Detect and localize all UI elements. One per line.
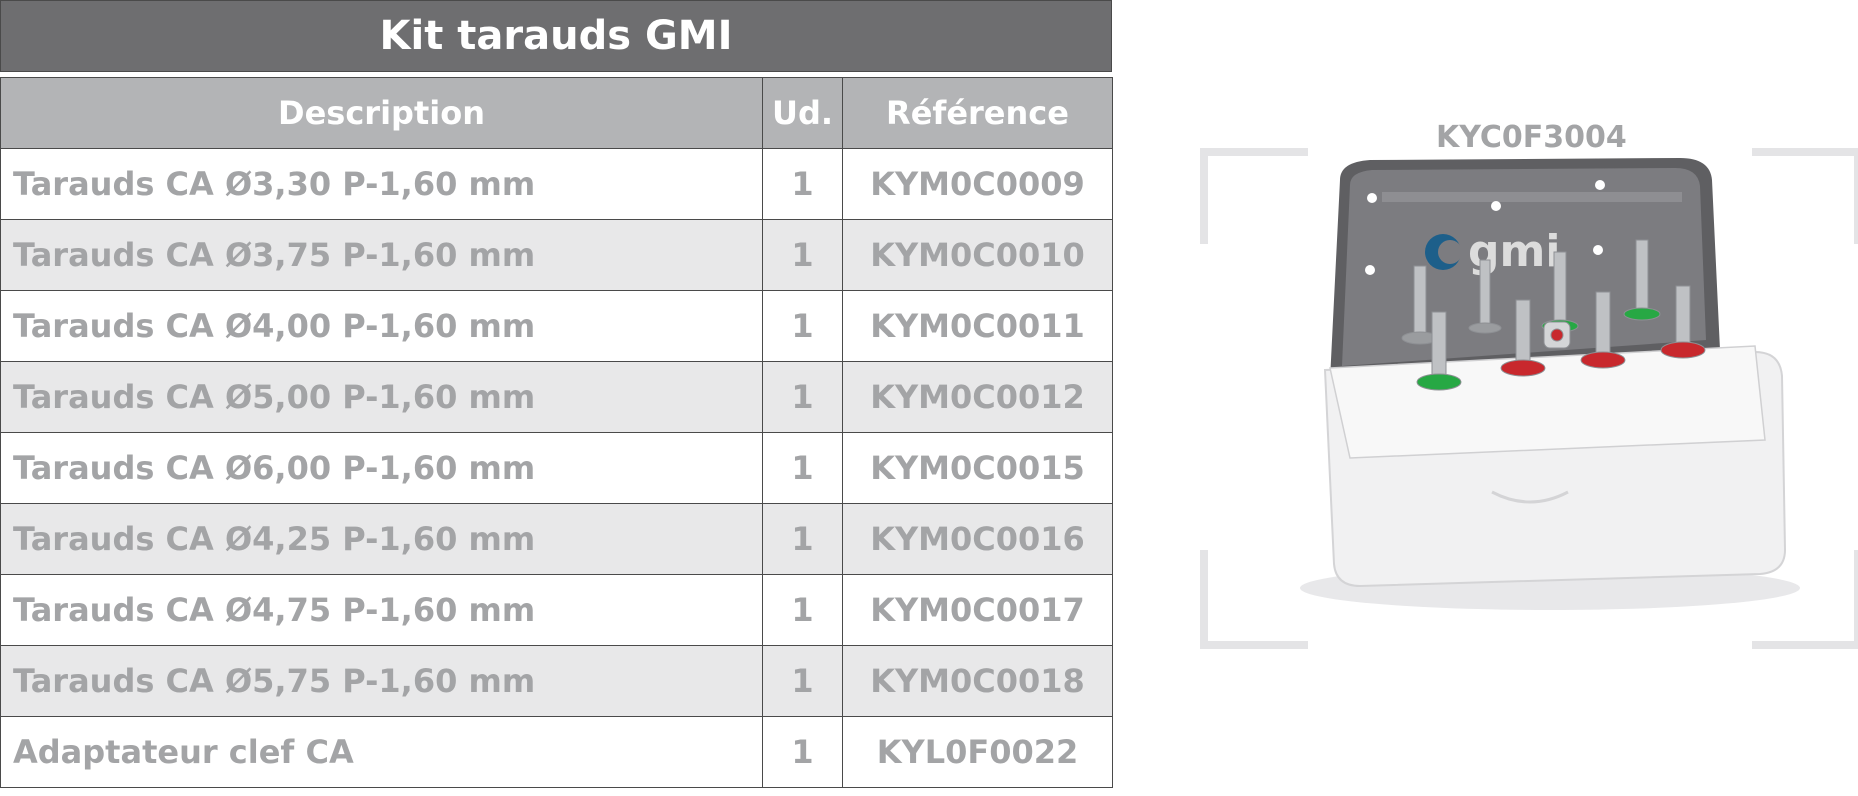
product-table: Description Ud. Référence Tarauds CA Ø3,… — [0, 77, 1113, 788]
table-row: Tarauds CA Ø5,00 P-1,60 mm 1 KYM0C0012 — [0, 361, 1113, 433]
row-reference: KYM0C0010 — [842, 219, 1113, 291]
table-row: Tarauds CA Ø3,30 P-1,60 mm 1 KYM0C0009 — [0, 148, 1113, 220]
column-header-reference: Référence — [842, 77, 1113, 149]
table-row: Tarauds CA Ø3,75 P-1,60 mm 1 KYM0C0010 — [0, 219, 1113, 291]
table-row: Tarauds CA Ø4,75 P-1,60 mm 1 KYM0C0017 — [0, 574, 1113, 646]
table-header-row: Description Ud. Référence — [0, 77, 1113, 149]
row-reference: KYM0C0009 — [842, 148, 1113, 220]
row-reference: KYM0C0018 — [842, 645, 1113, 717]
page: Kit tarauds GMI Description Ud. Référenc… — [0, 0, 1858, 796]
table-row: Tarauds CA Ø4,25 P-1,60 mm 1 KYM0C0016 — [0, 503, 1113, 575]
row-description: Tarauds CA Ø3,30 P-1,60 mm — [0, 148, 763, 220]
row-description: Tarauds CA Ø4,00 P-1,60 mm — [0, 290, 763, 362]
row-ud: 1 — [762, 219, 843, 291]
column-header-ud: Ud. — [762, 77, 843, 149]
table-row: Tarauds CA Ø4,00 P-1,60 mm 1 KYM0C0011 — [0, 290, 1113, 362]
row-description: Tarauds CA Ø6,00 P-1,60 mm — [0, 432, 763, 504]
row-description: Tarauds CA Ø3,75 P-1,60 mm — [0, 219, 763, 291]
row-reference: KYM0C0012 — [842, 361, 1113, 433]
row-reference: KYL0F0022 — [842, 716, 1113, 788]
row-ud: 1 — [762, 432, 843, 504]
row-reference: KYM0C0011 — [842, 290, 1113, 362]
table-row: Tarauds CA Ø5,75 P-1,60 mm 1 KYM0C0018 — [0, 645, 1113, 717]
row-reference: KYM0C0016 — [842, 503, 1113, 575]
row-description: Tarauds CA Ø5,00 P-1,60 mm — [0, 361, 763, 433]
row-ud: 1 — [762, 290, 843, 362]
row-ud: 1 — [762, 645, 843, 717]
product-image: gmi — [1200, 148, 1858, 649]
row-ud: 1 — [762, 361, 843, 433]
row-description: Adaptateur clef CA — [0, 716, 763, 788]
row-description: Tarauds CA Ø4,25 P-1,60 mm — [0, 503, 763, 575]
case-base — [1323, 345, 1787, 588]
row-ud: 1 — [762, 716, 843, 788]
row-description: Tarauds CA Ø4,75 P-1,60 mm — [0, 574, 763, 646]
column-header-description: Description — [0, 77, 763, 149]
row-ud: 1 — [762, 574, 843, 646]
row-description: Tarauds CA Ø5,75 P-1,60 mm — [0, 645, 763, 717]
row-ud: 1 — [762, 148, 843, 220]
kit-table: Kit tarauds GMI Description Ud. Référenc… — [0, 0, 1113, 788]
table-row: Adaptateur clef CA 1 KYL0F0022 — [0, 716, 1113, 788]
table-row: Tarauds CA Ø6,00 P-1,60 mm 1 KYM0C0015 — [0, 432, 1113, 504]
table-title: Kit tarauds GMI — [0, 0, 1112, 72]
row-reference: KYM0C0017 — [842, 574, 1113, 646]
row-ud: 1 — [762, 503, 843, 575]
row-reference: KYM0C0015 — [842, 432, 1113, 504]
